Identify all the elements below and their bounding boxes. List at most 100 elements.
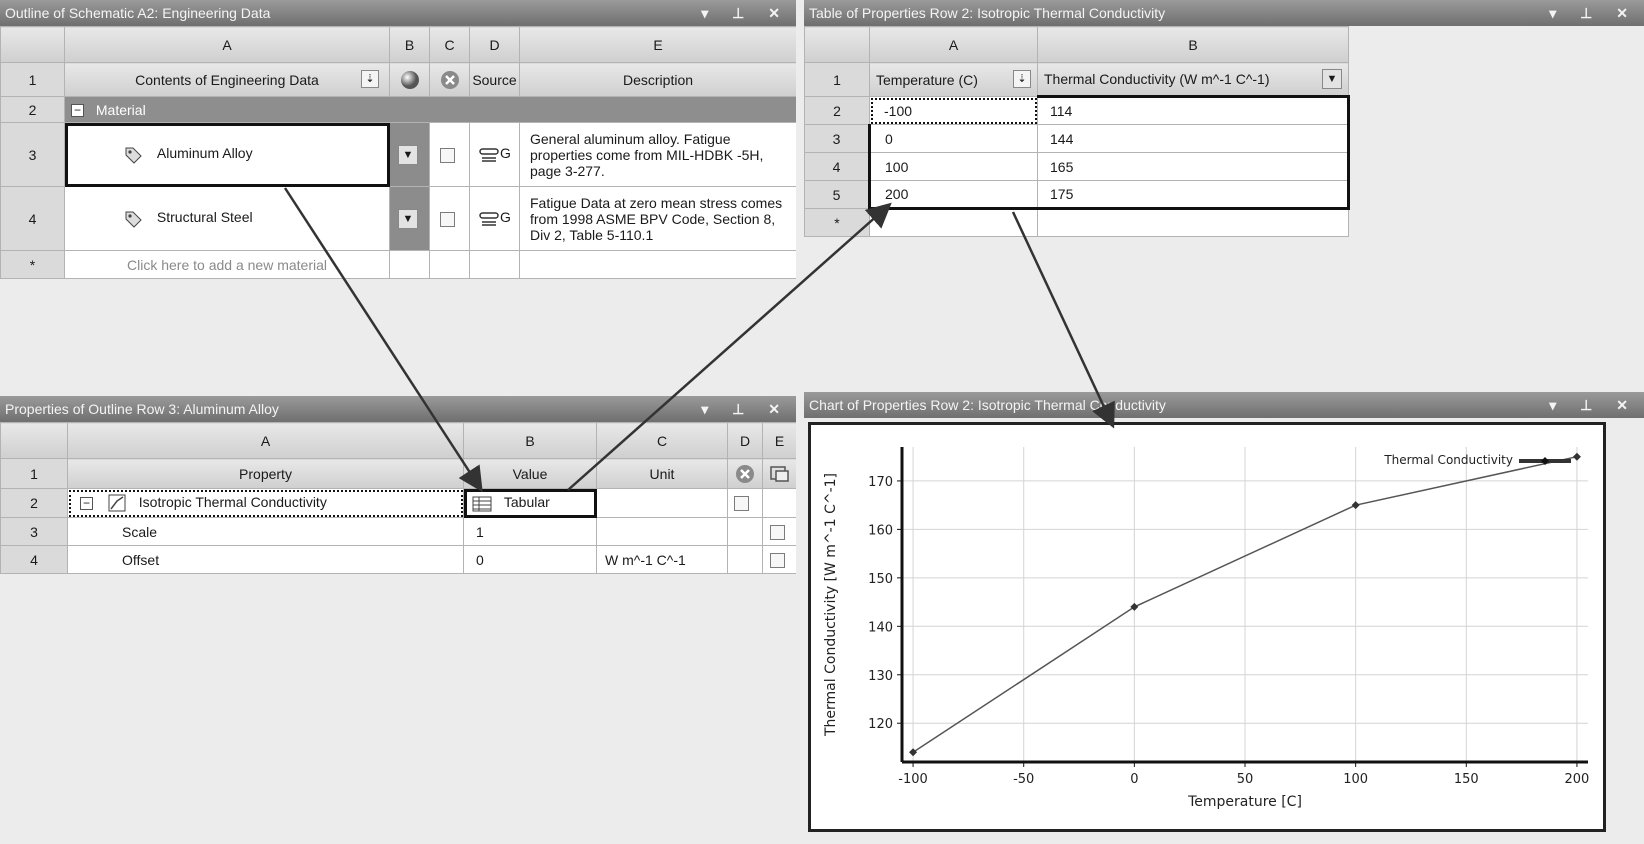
parameter-checkbox[interactable]	[770, 524, 785, 540]
dropdown-cell[interactable]: ▼	[389, 122, 430, 187]
source-cell[interactable]: G	[469, 186, 520, 251]
col-header-e[interactable]: E	[762, 422, 796, 459]
row-number[interactable]: *	[804, 208, 870, 237]
properties-window-controls[interactable]: ▾ ⊥ ✕	[701, 396, 790, 422]
col-header-c[interactable]: C	[596, 422, 728, 459]
property-name[interactable]: Scale	[67, 517, 464, 546]
row-number[interactable]: 4	[0, 545, 68, 574]
conductivity-cell[interactable]: 144	[1037, 124, 1350, 153]
empty-cell[interactable]	[727, 545, 763, 574]
checkbox-cell[interactable]	[429, 186, 470, 251]
col-header-a[interactable]: A	[869, 26, 1038, 63]
outline-title-bar[interactable]: Outline of Schematic A2: Engineering Dat…	[0, 0, 796, 26]
col-header-a[interactable]: A	[67, 422, 464, 459]
description-header: Description	[519, 62, 796, 97]
empty-cell[interactable]	[429, 250, 470, 279]
property-unit[interactable]	[596, 488, 728, 518]
material-name-cell[interactable]: Structural Steel	[64, 186, 390, 251]
material-group-row[interactable]: − Material	[64, 96, 796, 123]
sort-icon[interactable]: ⇣	[1013, 70, 1031, 88]
row-number[interactable]: *	[0, 250, 65, 279]
row-number[interactable]: 4	[804, 152, 870, 181]
properties-title-bar[interactable]: Properties of Outline Row 3: Aluminum Al…	[0, 396, 796, 422]
col-header-e[interactable]: E	[519, 26, 796, 63]
empty-cell[interactable]	[727, 517, 763, 546]
corner-cell[interactable]	[0, 422, 68, 459]
source-char: G	[500, 209, 511, 226]
row-number[interactable]: 2	[0, 488, 68, 518]
row-number[interactable]: 2	[0, 96, 65, 123]
x-tick-label: 50	[1237, 772, 1254, 787]
col-header-b[interactable]: B	[389, 26, 430, 63]
chevron-down-icon[interactable]: ▼	[398, 144, 418, 165]
dropdown-cell[interactable]: ▼	[389, 186, 430, 251]
temperature-header: Temperature (C) ⇣	[869, 62, 1038, 97]
material-checkbox[interactable]	[440, 211, 455, 227]
row-number[interactable]: 5	[804, 180, 870, 209]
parameter-checkbox-cell[interactable]	[762, 517, 796, 546]
collapse-icon[interactable]: −	[80, 496, 93, 510]
temperature-cell[interactable]: 200	[868, 180, 1038, 210]
chart-window-controls[interactable]: ▾ ⊥ ✕	[1549, 392, 1638, 418]
property-value[interactable]: 1	[463, 517, 597, 546]
property-name-cell[interactable]: − Isotropic Thermal Conductivity	[67, 488, 464, 518]
col-header-a[interactable]: A	[64, 26, 390, 63]
temperature-cell[interactable]: 100	[868, 152, 1038, 181]
property-unit[interactable]	[596, 517, 728, 546]
empty-cell[interactable]	[469, 250, 520, 279]
conductivity-cell[interactable]: 114	[1037, 95, 1350, 125]
col-header-d[interactable]: D	[469, 26, 520, 63]
suppress-checkbox-cell[interactable]	[727, 488, 763, 518]
empty-cell[interactable]	[762, 488, 796, 518]
y-axis-title: Thermal Conductivity [W m^-1 C^-1]	[823, 473, 839, 737]
properties-panel: Properties of Outline Row 3: Aluminum Al…	[0, 396, 796, 844]
parameter-checkbox-cell[interactable]	[762, 545, 796, 574]
properties-title: Properties of Outline Row 3: Aluminum Al…	[5, 401, 279, 417]
empty-cell[interactable]	[519, 250, 796, 279]
row-number[interactable]: 4	[0, 186, 65, 251]
property-value[interactable]: 0	[463, 545, 597, 574]
property-unit[interactable]: W m^-1 C^-1	[596, 545, 728, 574]
conductivity-cell[interactable]: 165	[1037, 152, 1350, 181]
row-number[interactable]: 1	[0, 62, 65, 97]
conductivity-cell[interactable]: 175	[1037, 180, 1350, 210]
row-number[interactable]: 1	[804, 62, 870, 97]
col-header-b[interactable]: B	[1037, 26, 1349, 63]
chevron-down-icon[interactable]: ▼	[1322, 69, 1342, 89]
row-number[interactable]: 3	[0, 122, 65, 187]
checkbox-cell[interactable]	[429, 122, 470, 187]
source-cell[interactable]: G	[469, 122, 520, 187]
material-checkbox[interactable]	[440, 147, 455, 163]
temperature-cell[interactable]: -100	[869, 96, 1038, 125]
corner-cell[interactable]	[0, 26, 65, 63]
suppress-checkbox[interactable]	[734, 496, 749, 512]
property-name[interactable]: Offset	[67, 545, 464, 574]
new-temperature-cell[interactable]	[869, 208, 1038, 237]
corner-cell[interactable]	[804, 26, 870, 63]
col-header-d[interactable]: D	[727, 422, 763, 459]
material-name-cell[interactable]: Aluminum Alloy	[64, 122, 390, 187]
row-number[interactable]: 1	[0, 458, 68, 489]
empty-cell[interactable]	[389, 250, 430, 279]
suppress-icon	[429, 62, 470, 97]
add-material-cell[interactable]: Click here to add a new material	[64, 250, 390, 279]
row-number[interactable]: 2	[804, 96, 870, 125]
properties-table: A B C D E 1 Property Value Unit 2 − Isot…	[0, 422, 796, 574]
parameter-checkbox[interactable]	[770, 552, 785, 568]
data-point	[1351, 501, 1360, 510]
col-header-c[interactable]: C	[429, 26, 470, 63]
row-number[interactable]: 3	[0, 517, 68, 546]
sort-icon[interactable]: ⇣	[361, 70, 379, 88]
outline-window-controls[interactable]: ▾ ⊥ ✕	[701, 0, 790, 26]
table-title-bar[interactable]: Table of Properties Row 2: Isotropic The…	[804, 0, 1644, 26]
collapse-icon[interactable]: −	[71, 104, 84, 118]
col-header-b[interactable]: B	[463, 422, 597, 459]
new-conductivity-cell[interactable]	[1037, 208, 1349, 237]
row-number[interactable]: 3	[804, 124, 870, 153]
chevron-down-icon[interactable]: ▼	[398, 208, 418, 229]
temperature-cell[interactable]: 0	[868, 124, 1038, 153]
chart-title-bar[interactable]: Chart of Properties Row 2: Isotropic The…	[804, 392, 1644, 418]
source-char: G	[500, 145, 511, 162]
property-value-cell[interactable]: Tabular	[463, 488, 597, 518]
table-window-controls[interactable]: ▾ ⊥ ✕	[1549, 0, 1638, 26]
